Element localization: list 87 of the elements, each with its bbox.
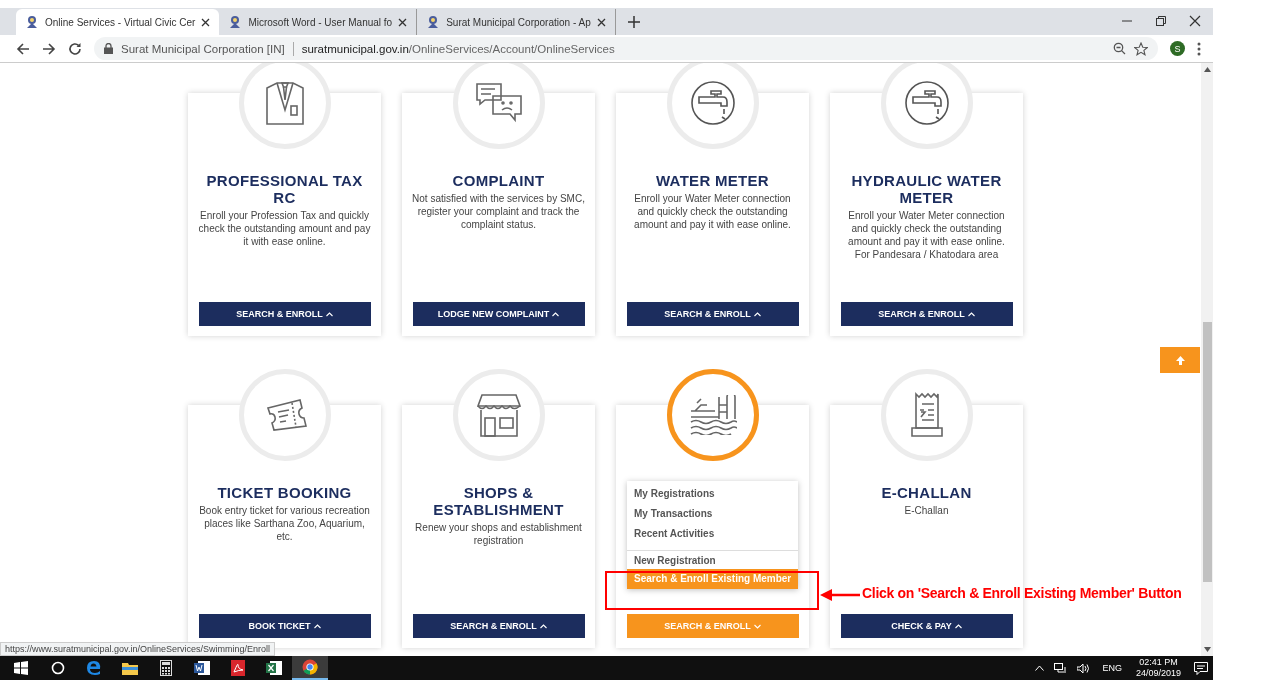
folder-icon: [122, 661, 138, 675]
reload-icon[interactable]: [68, 41, 82, 56]
chevron-icon: [753, 311, 761, 317]
url-text: suratmunicipal.gov.in/OnlineServices/Account/OnlineServices: [301, 42, 615, 55]
chevron-icon: [954, 623, 962, 629]
zoom-out-icon[interactable]: [1113, 42, 1126, 55]
pointer-arrow: [820, 588, 860, 602]
circle-icon: [51, 661, 65, 675]
card-description: Book entry ticket for various recreation places like Sarthana Zoo, Aquarium, etc.: [198, 504, 371, 543]
close-icon[interactable]: [201, 17, 211, 27]
emblem-icon: [25, 15, 39, 29]
card-button[interactable]: SEARCH & ENROLL: [626, 302, 799, 326]
browser-e-icon: [86, 660, 102, 676]
star-icon[interactable]: [1134, 41, 1148, 56]
chevron-icon: [967, 311, 975, 317]
receipt-icon: [909, 392, 944, 438]
emblem-icon: [426, 15, 441, 29]
card-button[interactable]: BOOK TICKET: [198, 614, 371, 638]
menu-item[interactable]: My Transactions: [627, 504, 798, 524]
notification-icon[interactable]: [1194, 661, 1208, 675]
swimming-pool-icon: [688, 395, 737, 435]
chevron-icon: [753, 623, 761, 629]
windows-start-icon[interactable]: [14, 661, 28, 675]
calculator-icon: [160, 660, 172, 676]
card-title: E-CHALLAN: [881, 484, 972, 501]
new-tab-icon[interactable]: [627, 16, 640, 28]
language-indicator[interactable]: ENG: [1102, 663, 1122, 673]
card-title: TICKET BOOKING: [217, 484, 352, 501]
browser-tab[interactable]: Surat Municipal Corporation - Ap: [417, 9, 616, 35]
close-icon[interactable]: [596, 17, 606, 27]
scroll-up-icon[interactable]: [1203, 67, 1211, 72]
speech-bubbles-icon: [474, 82, 523, 124]
card-description: Enroll your Water Meter connection and quickly check the outstanding amount and pay it with ease online.: [633, 192, 792, 231]
clock-date[interactable]: 24/09/2019: [1135, 668, 1181, 679]
menu-item[interactable]: Recent Activities: [627, 524, 798, 544]
chevron-icon: [552, 311, 560, 317]
back-icon[interactable]: [16, 41, 30, 56]
card-button[interactable]: CHECK & PAY: [840, 614, 1013, 638]
card-description: E-Challan: [904, 504, 949, 517]
card-button[interactable]: SEARCH & ENROLL: [412, 614, 585, 638]
browser-tab[interactable]: Microsoft Word - User Manual fo: [219, 9, 418, 35]
taskbar-app[interactable]: [292, 656, 328, 680]
network-icon[interactable]: [1054, 662, 1068, 674]
card-description: Renew your shops and establishment registration: [414, 521, 583, 547]
faucet-icon: [688, 79, 737, 127]
card-title: PROFESSIONAL TAX RC: [205, 172, 364, 206]
chevron-icon: [325, 311, 333, 317]
close-icon[interactable]: [398, 17, 408, 27]
card-title: HYDRAULIC WATER METER: [850, 172, 1003, 206]
faucet-icon: [902, 79, 951, 127]
card-button[interactable]: SEARCH & ENROLL: [840, 302, 1013, 326]
restore-icon[interactable]: [1155, 15, 1167, 27]
pdf-icon: [231, 660, 245, 676]
emblem-icon: [228, 15, 243, 29]
forward-icon[interactable]: [42, 41, 56, 56]
chrome-icon: [302, 659, 318, 675]
menu-icon[interactable]: [1197, 41, 1201, 56]
site-name: Surat Municipal Corporation [IN]: [121, 42, 285, 55]
profile-avatar[interactable]: S: [1170, 41, 1185, 56]
arrow-up-icon: [1175, 355, 1185, 365]
suit-icon: [263, 80, 306, 126]
card-button[interactable]: LODGE NEW COMPLAINT: [412, 302, 585, 326]
annotation-text: Click on 'Search & Enroll Existing Member' Button: [862, 585, 1182, 601]
card-description: Not satisfied with the services by SMC, register your complaint and track the complaint status.: [412, 192, 585, 231]
card-description: Enroll your Profession Tax and quickly check the outstanding amount and pay it with ease online.: [198, 209, 371, 248]
browser-tab[interactable]: Online Services - Virtual Civic Cer: [16, 9, 220, 35]
chevron-up-icon[interactable]: [1035, 665, 1045, 671]
document-icon: [194, 660, 210, 676]
shop-icon: [475, 392, 522, 438]
address-bar[interactable]: Surat Municipal Corporation [IN] suratmunicipal.gov.in/OnlineServices/Account/OnlineServices: [94, 37, 1158, 60]
close-icon[interactable]: [1189, 15, 1201, 27]
scrollbar[interactable]: [1201, 63, 1213, 656]
scroll-down-icon[interactable]: [1203, 647, 1211, 652]
clock-time[interactable]: 02:41 PM: [1139, 657, 1178, 668]
speaker-icon[interactable]: [1077, 662, 1092, 674]
menu-item[interactable]: New Registration: [627, 552, 798, 569]
card-description: Enroll your Water Meter connection and quickly check the outstanding amount and pay it with ease online. For Pandesara / Khatodara area: [847, 209, 1006, 261]
menu-item[interactable]: My Registrations: [627, 484, 798, 504]
chevron-icon: [313, 623, 321, 629]
card-title: COMPLAINT: [452, 172, 545, 189]
lock-icon: [104, 43, 113, 54]
status-url: https://www.suratmunicipal.gov.in/OnlineServices/Swimming/Enroll: [0, 642, 275, 656]
card-title: WATER METER: [656, 172, 769, 189]
card-title: SHOPS & ESTABLISHMENT: [432, 484, 565, 518]
chevron-icon: [539, 623, 547, 629]
spreadsheet-icon: [266, 660, 282, 676]
card-button[interactable]: SEARCH & ENROLL: [198, 302, 371, 326]
